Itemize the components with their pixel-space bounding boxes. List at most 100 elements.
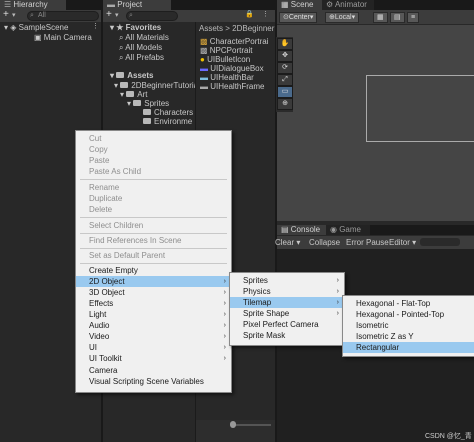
- menu-item-label: UI Toolkit: [89, 354, 122, 363]
- menu-item-paste[interactable]: Paste: [76, 155, 231, 166]
- menu-item-hexagonal-pointed-top[interactable]: Hexagonal - Pointed-Top: [343, 309, 474, 320]
- menu-item-label: Light: [89, 310, 107, 319]
- menu-item-paste-as-child[interactable]: Paste As Child: [76, 166, 231, 177]
- menu-item-camera[interactable]: Camera: [76, 365, 231, 376]
- menu-item-audio[interactable]: Audio ›: [76, 320, 231, 331]
- menu-item-cut[interactable]: Cut: [76, 133, 231, 144]
- project-search-input[interactable]: ⌕: [126, 11, 178, 21]
- tab-project[interactable]: ▬ Project: [103, 0, 171, 10]
- scene-tab-icon: ▦: [281, 0, 291, 9]
- pivot-dropdown[interactable]: ⊙Center▾: [279, 12, 318, 23]
- move-tool-icon[interactable]: ✥: [277, 50, 293, 62]
- context-menu: Cut Copy Paste Paste As Child Rename Dup…: [75, 130, 232, 393]
- hierarchy-item-main-camera[interactable]: ▣ Main Camera: [34, 32, 92, 43]
- project-add-icon[interactable]: +: [106, 10, 112, 20]
- submenu-arrow-icon: ›: [223, 344, 226, 351]
- folder-icon: [120, 81, 129, 88]
- hierarchy-search-input[interactable]: ⌕ All: [27, 11, 99, 21]
- increment-icon: ≡: [411, 14, 416, 21]
- tab-console[interactable]: ▤ Console: [277, 225, 331, 235]
- menu-item-duplicate[interactable]: Duplicate: [76, 193, 231, 204]
- favorite-item[interactable]: ⌕ All Prefabs: [119, 52, 164, 63]
- space-dropdown[interactable]: ⊕Local▾: [325, 12, 360, 23]
- tab-game[interactable]: ◉ Game: [326, 225, 370, 235]
- menu-item-sprite-shape[interactable]: Sprite Shape ›: [230, 308, 344, 319]
- menu-item-find-references[interactable]: Find References In Scene: [76, 235, 231, 246]
- add-icon[interactable]: +: [3, 10, 9, 20]
- game-tab-label: Game: [339, 225, 361, 234]
- pivot-label: Center: [288, 14, 310, 21]
- snap-button[interactable]: ▤: [390, 12, 405, 23]
- favorite-label: All Models: [125, 43, 163, 52]
- grid-icon: ▦: [377, 14, 384, 21]
- animator-tab-icon: ⚙: [326, 0, 335, 9]
- menu-item-effects[interactable]: Effects ›: [76, 298, 231, 309]
- submenu-arrow-icon: ›: [223, 300, 226, 307]
- scene-options-icon[interactable]: ⋮: [92, 22, 99, 32]
- error-pause-button[interactable]: Error Pause: [346, 237, 389, 248]
- menu-item-label: 2D Object: [89, 277, 125, 286]
- menu-item-copy[interactable]: Copy: [76, 144, 231, 155]
- menu-item-set-default-parent[interactable]: Set as Default Parent: [76, 250, 231, 261]
- hierarchy-tab-label: Hierarchy: [13, 0, 48, 9]
- zoom-slider-handle[interactable]: [230, 421, 236, 428]
- menu-item-delete[interactable]: Delete: [76, 204, 231, 215]
- menu-item-video[interactable]: Video ›: [76, 331, 231, 342]
- menu-item-visual-scripting[interactable]: Visual Scripting Scene Variables: [76, 376, 231, 387]
- snap-icon: ▤: [394, 14, 401, 21]
- hand-tool-icon[interactable]: ✋: [277, 38, 293, 50]
- lock-icon[interactable]: 🔒: [245, 10, 254, 20]
- increment-snap-button[interactable]: ≡: [407, 12, 420, 23]
- file-item[interactable]: ▬ UIHealthFrame: [200, 81, 264, 92]
- menu-item-ui-toolkit[interactable]: UI Toolkit ›: [76, 353, 231, 364]
- menu-item-2d-object[interactable]: 2D Object ›: [76, 276, 231, 287]
- tab-animator[interactable]: ⚙ Animator: [322, 0, 374, 10]
- gameobject-icon: ▣: [34, 33, 44, 42]
- menu-item-3d-object[interactable]: 3D Object ›: [76, 287, 231, 298]
- tree-item[interactable]: Environme: [143, 116, 192, 127]
- project-dropdown-icon[interactable]: ▾: [115, 11, 119, 21]
- star-icon: ★: [116, 23, 126, 32]
- submenu-tilemap: Hexagonal - Flat-Top Hexagonal - Pointed…: [342, 295, 474, 357]
- menu-item-sprites[interactable]: Sprites ›: [230, 275, 344, 286]
- transform-tool-icon[interactable]: ⊕: [277, 98, 293, 110]
- menu-item-ui[interactable]: UI ›: [76, 342, 231, 353]
- menu-item-tilemap[interactable]: Tilemap ›: [230, 297, 344, 308]
- editor-dropdown[interactable]: Editor ▾: [389, 237, 416, 248]
- menu-item-isometric-z-as-y[interactable]: Isometric Z as Y: [343, 331, 474, 342]
- clear-button[interactable]: Clear ▾: [275, 237, 300, 248]
- rect-tool-icon[interactable]: ▭: [277, 86, 293, 98]
- menu-item-isometric[interactable]: Isometric: [343, 320, 474, 331]
- submenu-arrow-icon: ›: [223, 278, 226, 285]
- menu-item-pixel-perfect-camera[interactable]: Pixel Perfect Camera: [230, 319, 344, 330]
- tab-hierarchy[interactable]: ☰ Hierarchy: [0, 0, 66, 10]
- console-search-input[interactable]: [420, 238, 460, 246]
- menu-item-rename[interactable]: Rename: [76, 182, 231, 193]
- menu-item-sprite-mask[interactable]: Sprite Mask: [230, 330, 344, 341]
- menu-item-light[interactable]: Light ›: [76, 309, 231, 320]
- tab-scene[interactable]: ▦ Scene: [277, 0, 325, 10]
- chevron-down-icon: ▾: [309, 14, 314, 21]
- chevron-down-icon: ▾: [351, 14, 356, 21]
- collapse-button[interactable]: Collapse: [309, 237, 340, 248]
- scale-tool-icon[interactable]: ⤢: [277, 74, 293, 86]
- folder-icon: [133, 99, 142, 106]
- dropdown-arrow-icon[interactable]: ▾: [12, 11, 16, 21]
- menu-item-hexagonal-flat-top[interactable]: Hexagonal - Flat-Top: [343, 298, 474, 309]
- breadcrumb[interactable]: Assets > 2DBeginner: [199, 23, 274, 34]
- zoom-slider[interactable]: [233, 424, 271, 426]
- menu-item-rectangular[interactable]: Rectangular: [343, 342, 474, 353]
- menu-item-physics[interactable]: Physics ›: [230, 286, 344, 297]
- gamepad-icon: ◉: [330, 225, 340, 234]
- menu-item-create-empty[interactable]: Create Empty: [76, 265, 231, 276]
- menu-icon[interactable]: ⋮: [262, 10, 269, 20]
- menu-item-label: Sprite Shape: [243, 309, 290, 318]
- search-icon: ⌕: [30, 12, 34, 19]
- grid-snap-button[interactable]: ▦: [373, 12, 388, 23]
- menu-item-select-children[interactable]: Select Children: [76, 220, 231, 231]
- scene-tab-label: Scene: [290, 0, 314, 9]
- hierarchy-tab-icon: ☰: [4, 0, 14, 9]
- rotate-tool-icon[interactable]: ⟳: [277, 62, 293, 74]
- animator-tab-label: Animator: [334, 0, 367, 9]
- folder-icon: [143, 108, 151, 115]
